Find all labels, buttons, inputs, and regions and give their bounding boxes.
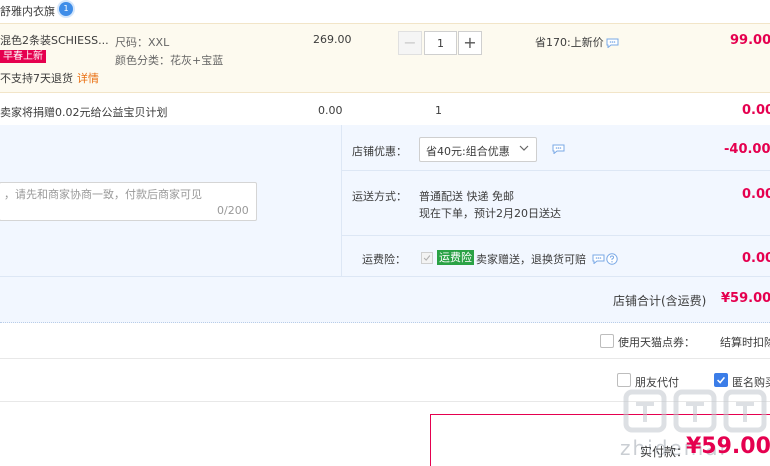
item-title-link[interactable]: 混色2条装SCHIESS... [0,32,109,48]
shop-discount-selected: 省40元:组合优惠 [426,145,510,158]
memo-char-count: 0/200 [217,204,249,217]
quantity-decrease-button[interactable]: − [398,31,422,55]
insurance-checkbox [421,252,433,264]
charity-price: 0.00 [318,104,343,117]
item-subtotal: 99.00 [730,33,770,48]
discount-note: 省170:上新价 [535,36,604,49]
quantity-input[interactable] [424,31,457,55]
chevron-down-icon [519,145,529,151]
shop-discount-amount: -40.00 [724,142,770,157]
tmall-points-label[interactable]: 使用天猫点券： [618,334,695,350]
insurance-fee: 0.00 [742,251,770,266]
payment-amount: ¥59.00 [686,434,770,459]
buyer-memo-placeholder: ，请先和商家协商一致，付款后商家可见 [4,188,202,201]
store-name[interactable]: 舒雅内衣旗 [0,3,55,19]
chat-bubble-icon[interactable] [552,144,565,154]
shipping-method: 普通配送 快递 免邮 [419,190,514,203]
insurance-text: 卖家赠送，退换货可赔 [476,253,586,266]
detail-link[interactable]: 详情 [77,70,99,86]
shipping-fee: 0.00 [742,187,770,202]
panel-divider [341,235,770,236]
insurance-label: 运费险： [362,253,406,266]
panel-divider [341,170,770,171]
tmall-points-checkbox[interactable] [600,334,614,348]
return-policy-note: 不支持7天退货 [0,72,73,85]
item-color: 颜色分类：花灰+宝蓝 [115,54,224,67]
store-badge: 1 [59,2,73,16]
shop-discount-label: 店铺优惠： [352,145,407,158]
store-total-value: ¥59.00 [721,291,770,306]
question-circle-icon[interactable] [606,253,618,265]
quantity-increase-button[interactable]: + [458,31,482,55]
item-size: 尺码：XXL [115,36,170,49]
store-total-label: 店铺合计(含运费) [613,294,707,308]
panel-divider [0,276,770,277]
checkout-deduct-note: 结算时扣除 [720,336,770,349]
shipping-label: 运送方式： [352,190,407,203]
charity-text: 卖家将捐赠0.02元给公益宝贝计划 [0,106,168,119]
panel-divider [341,125,342,276]
section-divider [0,358,770,359]
insurance-tag: 运费险 [437,250,474,265]
charity-subtotal: 0.00 [742,103,770,118]
chat-bubble-icon[interactable] [606,38,619,48]
payment-label: 实付款： [640,445,689,459]
chat-bubble-icon[interactable] [592,254,605,264]
charity-quantity: 1 [435,104,442,117]
shipping-eta: 现在下单，预计2月20日送达 [419,207,561,220]
unit-price: 269.00 [313,33,352,46]
promo-tag: 早春上新 [0,50,46,63]
